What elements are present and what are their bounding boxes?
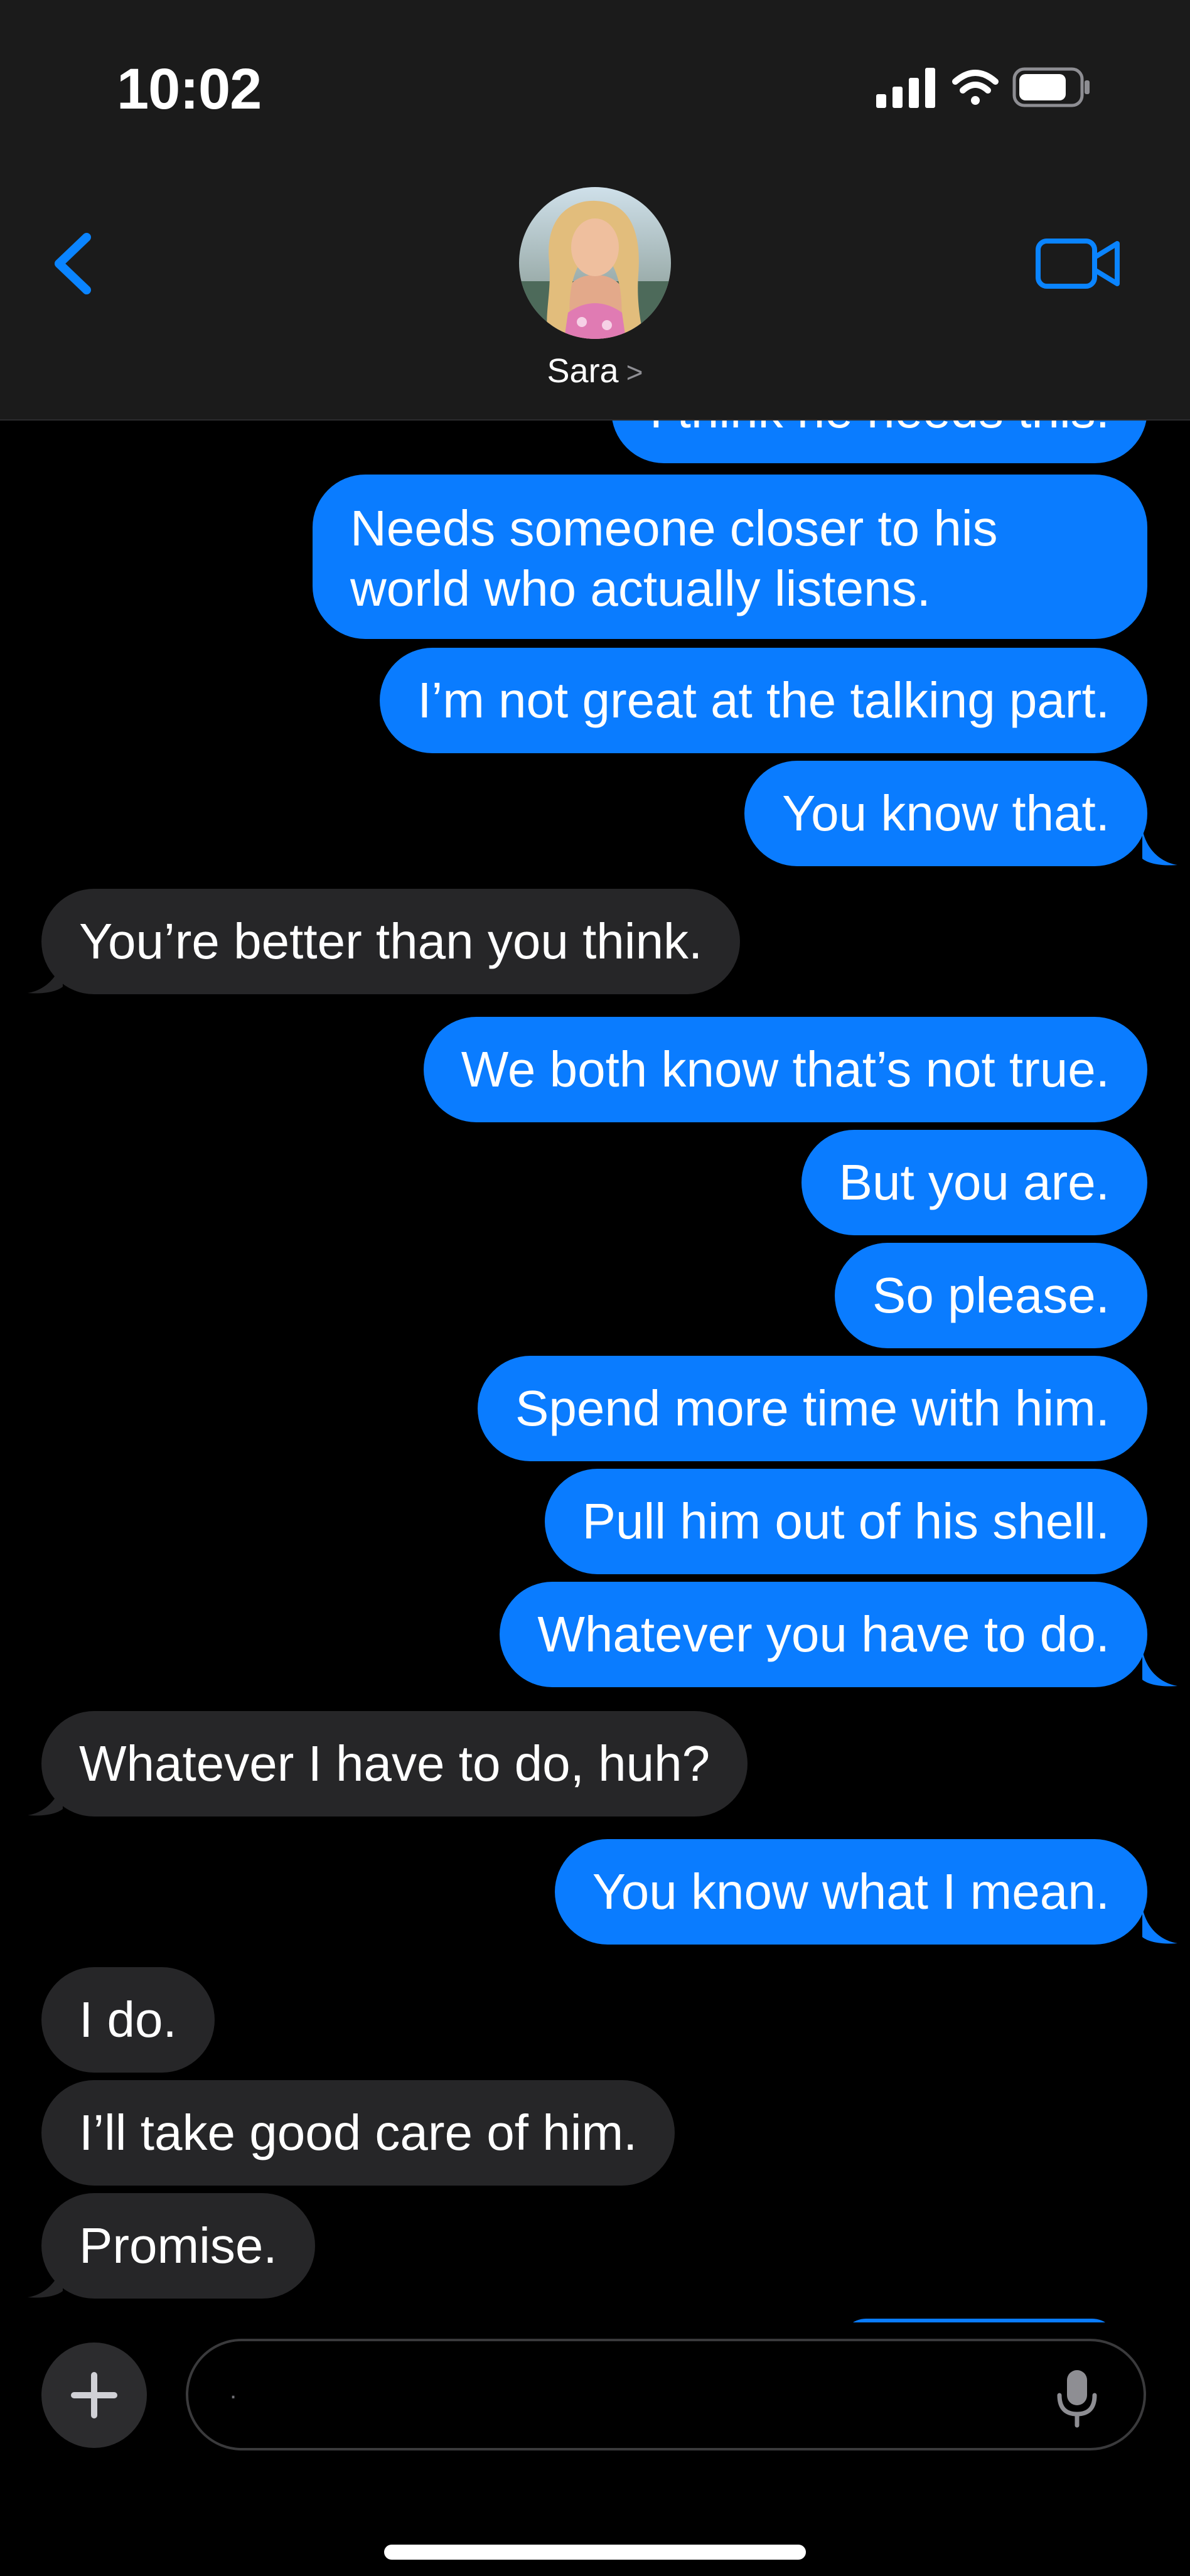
facetime-button[interactable] xyxy=(1034,232,1122,295)
message-bubble-sent[interactable]: Pull him out of his shell. xyxy=(544,1469,1147,1574)
status-icons xyxy=(876,63,1090,113)
message-bubble-received[interactable]: You’re better than you think. xyxy=(41,889,741,994)
contact-name: Sara xyxy=(547,352,619,390)
message-bubble-sent[interactable]: Needs someone closer to his world who ac… xyxy=(313,475,1147,639)
bubble-tail xyxy=(28,1779,63,1816)
bubble-tail xyxy=(1142,1907,1177,1944)
battery-icon xyxy=(1012,67,1090,107)
home-indicator xyxy=(384,2545,806,2560)
message-input-placeholder: . xyxy=(230,2376,237,2404)
composer-bar: . xyxy=(0,2322,1190,2576)
message-bubble-received[interactable]: Promise. xyxy=(41,2193,315,2299)
plus-icon xyxy=(71,2372,117,2418)
status-time: 10:02 xyxy=(117,57,262,121)
message-bubble-sent[interactable]: Spend more time with him. xyxy=(477,1356,1147,1461)
message-bubble-sent[interactable]: You know that. xyxy=(744,761,1147,866)
conversation-header: 10:02 Sara > xyxy=(0,0,1190,421)
avatar[interactable] xyxy=(519,187,671,339)
bubble-tail xyxy=(28,957,63,994)
bubble-tail xyxy=(1142,829,1177,866)
apps-plus-button[interactable] xyxy=(41,2343,147,2448)
contact-name-button[interactable]: Sara > xyxy=(0,352,1190,390)
message-bubble-received[interactable]: Whatever I have to do, huh? xyxy=(41,1711,748,1817)
wifi-icon xyxy=(952,70,999,105)
message-bubble-sent[interactable]: So please. xyxy=(834,1243,1147,1348)
video-camera-icon xyxy=(1036,239,1120,289)
chevron-left-icon xyxy=(55,233,91,294)
back-button[interactable] xyxy=(45,226,102,301)
microphone-icon[interactable] xyxy=(1052,2366,1102,2429)
cellular-signal-icon xyxy=(876,68,935,108)
message-bubble-sent[interactable]: We both know that’s not true. xyxy=(423,1017,1147,1122)
message-bubble-sent[interactable]: You know what I mean. xyxy=(554,1839,1147,1945)
message-bubble-received[interactable]: I’ll take good care of him. xyxy=(41,2080,675,2186)
bubble-tail xyxy=(28,2261,63,2298)
message-bubble-sent[interactable]: Whatever you have to do. xyxy=(500,1582,1147,1687)
message-bubble-received[interactable]: I do. xyxy=(41,1967,215,2073)
message-bubble-sent[interactable]: But you are. xyxy=(801,1130,1147,1235)
chevron-right-icon: > xyxy=(626,356,643,389)
bubble-tail xyxy=(1142,1650,1177,1687)
message-input[interactable]: . xyxy=(186,2339,1146,2450)
message-bubble-sent[interactable]: I’m not great at the talking part. xyxy=(380,648,1147,753)
